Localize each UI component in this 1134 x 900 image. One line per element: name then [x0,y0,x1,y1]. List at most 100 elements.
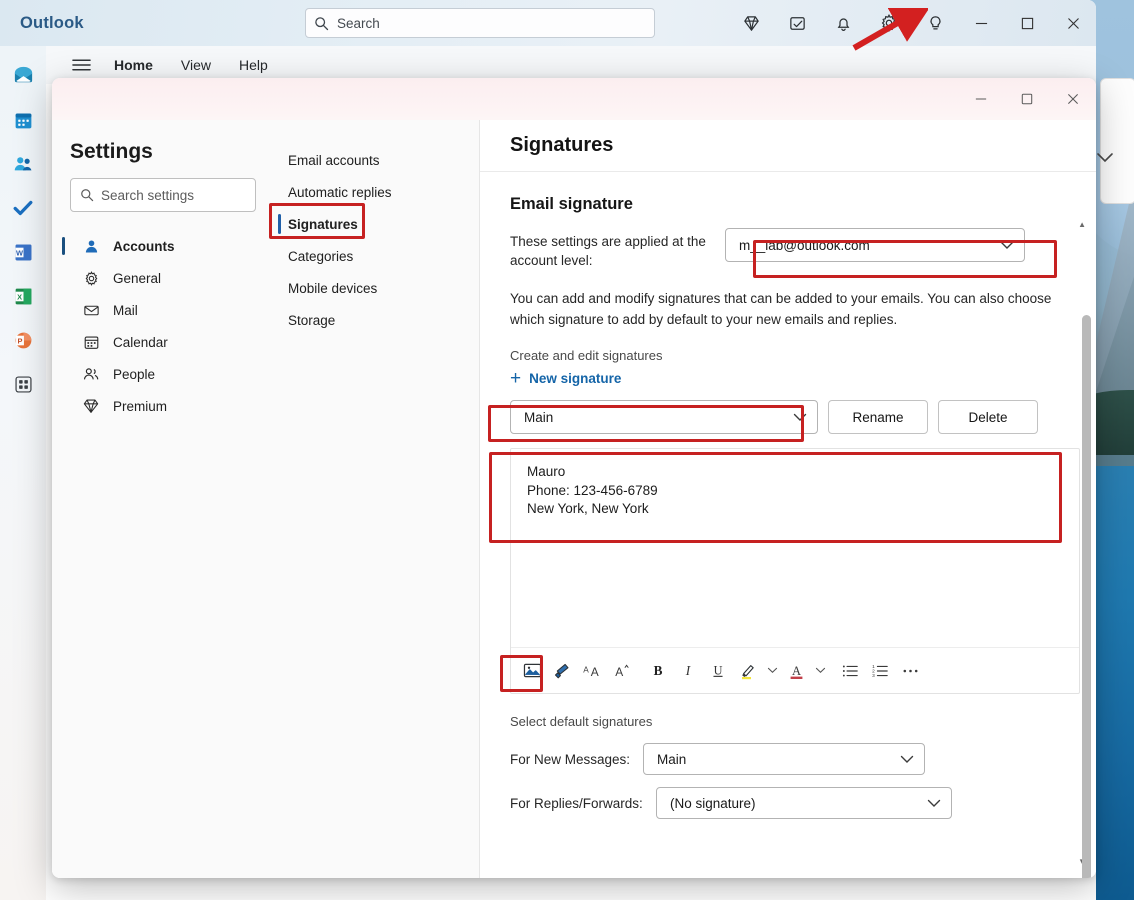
page-title: Signatures [510,134,613,157]
account-select[interactable]: m__lab@outlook.com [725,228,1025,262]
signature-line: New York, New York [527,500,1063,519]
settings-heading: Settings [70,140,256,164]
svg-text:I: I [685,663,691,678]
svg-text:A: A [615,665,623,679]
todo-app-icon[interactable] [3,186,43,230]
close-button[interactable] [1050,0,1096,46]
content-scroll-area: Email signature These settings are appli… [480,173,1096,878]
replies-forwards-select[interactable]: (No signature) [656,787,952,819]
ribbon-tab-home[interactable]: Home [100,49,167,81]
premium-diamond-icon[interactable] [728,0,774,46]
subnav-item-automatic-replies[interactable]: Automatic replies [280,176,479,208]
settings-sidebar: Settings Search settings Accounts [52,120,268,878]
app-rail: W X P [0,46,46,900]
mail-app-icon[interactable] [3,54,43,98]
format-painter-icon[interactable] [547,656,577,686]
dialog-minimize-button[interactable] [958,78,1004,120]
people-app-icon[interactable] [3,142,43,186]
subnav-item-mobile-devices[interactable]: Mobile devices [280,272,479,304]
dialog-scrollbar-thumb[interactable] [1082,315,1091,878]
dialog-scroll-up-arrow-icon[interactable]: ▲ [1078,220,1086,229]
highlight-color-icon[interactable] [733,656,763,686]
settings-search-input[interactable]: Search settings [70,178,256,212]
calendar-app-icon[interactable] [3,98,43,142]
sidebar-item-accounts[interactable]: Accounts [70,230,256,262]
numbered-list-icon[interactable]: 1 2 3 [865,656,895,686]
ribbon-tab-help[interactable]: Help [225,49,282,81]
minimize-button[interactable] [958,0,1004,46]
sidebar-item-label: Mail [113,303,138,318]
calendar-icon [80,334,102,351]
signature-picker-row: Main Rename Delete [510,400,1058,434]
signature-editor: Mauro Phone: 123-456-6789 New York, New … [510,448,1080,694]
new-signature-button[interactable]: + New signature [510,369,621,388]
delete-button[interactable]: Delete [938,400,1038,434]
sidebar-item-calendar[interactable]: Calendar [70,326,256,358]
tasks-icon[interactable] [774,0,820,46]
diamond-icon [80,397,102,415]
sidebar-item-general[interactable]: General [70,262,256,294]
subnav-item-signatures[interactable]: Signatures [280,208,479,240]
svg-text:B: B [654,663,663,678]
bulleted-list-icon[interactable] [835,656,865,686]
underline-icon[interactable]: U [703,656,733,686]
people-icon [80,365,102,383]
sidebar-item-label: People [113,367,155,382]
dialog-close-button[interactable] [1050,78,1096,120]
bold-icon[interactable]: B [643,656,673,686]
signature-select-value: Main [524,410,553,425]
search-placeholder: Search [337,16,380,31]
search-icon [314,16,329,31]
decrease-font-size-icon[interactable]: A [607,656,637,686]
italic-icon[interactable]: I [673,656,703,686]
more-apps-icon[interactable] [3,362,43,406]
subnav-item-email-accounts[interactable]: Email accounts [280,144,479,176]
annotation-arrow-to-settings [848,8,928,54]
default-signatures-label: Select default signatures [510,714,1058,729]
replies-forwards-row: For Replies/Forwards: (No signature) [510,787,1058,819]
chevron-down-icon[interactable] [811,656,829,686]
subnav-item-categories[interactable]: Categories [280,240,479,272]
chevron-down-icon [1000,238,1014,253]
more-options-icon[interactable] [895,656,925,686]
account-level-label: These settings are applied at the accoun… [510,228,725,270]
new-messages-select[interactable]: Main [643,743,925,775]
svg-text:W: W [16,248,23,257]
dialog-maximize-button[interactable] [1004,78,1050,120]
background-collapsed-panel [1100,78,1134,204]
sidebar-item-mail[interactable]: Mail [70,294,256,326]
word-app-icon[interactable]: W [3,230,43,274]
sidebar-item-people[interactable]: People [70,358,256,390]
settings-content-pane: Signatures Email signature These setting… [480,120,1096,878]
search-input[interactable]: Search [305,8,655,38]
increase-font-size-icon[interactable]: A A [577,656,607,686]
section-title: Email signature [510,195,1058,214]
signature-editor-textarea[interactable]: Mauro Phone: 123-456-6789 New York, New … [511,449,1079,647]
svg-text:A: A [591,665,599,679]
maximize-button[interactable] [1004,0,1050,46]
sidebar-item-label: General [113,271,161,286]
svg-text:A: A [791,664,800,678]
plus-icon: + [510,369,521,388]
rename-button[interactable]: Rename [828,400,928,434]
svg-text:P: P [17,336,22,345]
chevron-down-icon[interactable] [763,656,781,686]
envelope-icon [80,302,102,319]
subnav-item-storage[interactable]: Storage [280,304,479,336]
insert-picture-icon[interactable] [517,656,547,686]
excel-app-icon[interactable]: X [3,274,43,318]
signature-line: Phone: 123-456-6789 [527,482,1063,501]
font-color-icon[interactable]: A [781,656,811,686]
dialog-titlebar [52,78,1096,120]
account-level-row: These settings are applied at the accoun… [510,228,1058,270]
new-signature-label: New signature [529,371,621,386]
hamburger-icon[interactable] [62,49,100,81]
signatures-description: You can add and modify signatures that c… [510,288,1058,330]
sidebar-item-premium[interactable]: Premium [70,390,256,422]
ribbon-tab-view[interactable]: View [167,49,225,81]
signature-select[interactable]: Main [510,400,818,434]
powerpoint-app-icon[interactable]: P [3,318,43,362]
chevron-down-icon[interactable] [1096,150,1114,168]
svg-text:X: X [17,292,22,301]
chevron-down-icon [927,796,941,811]
